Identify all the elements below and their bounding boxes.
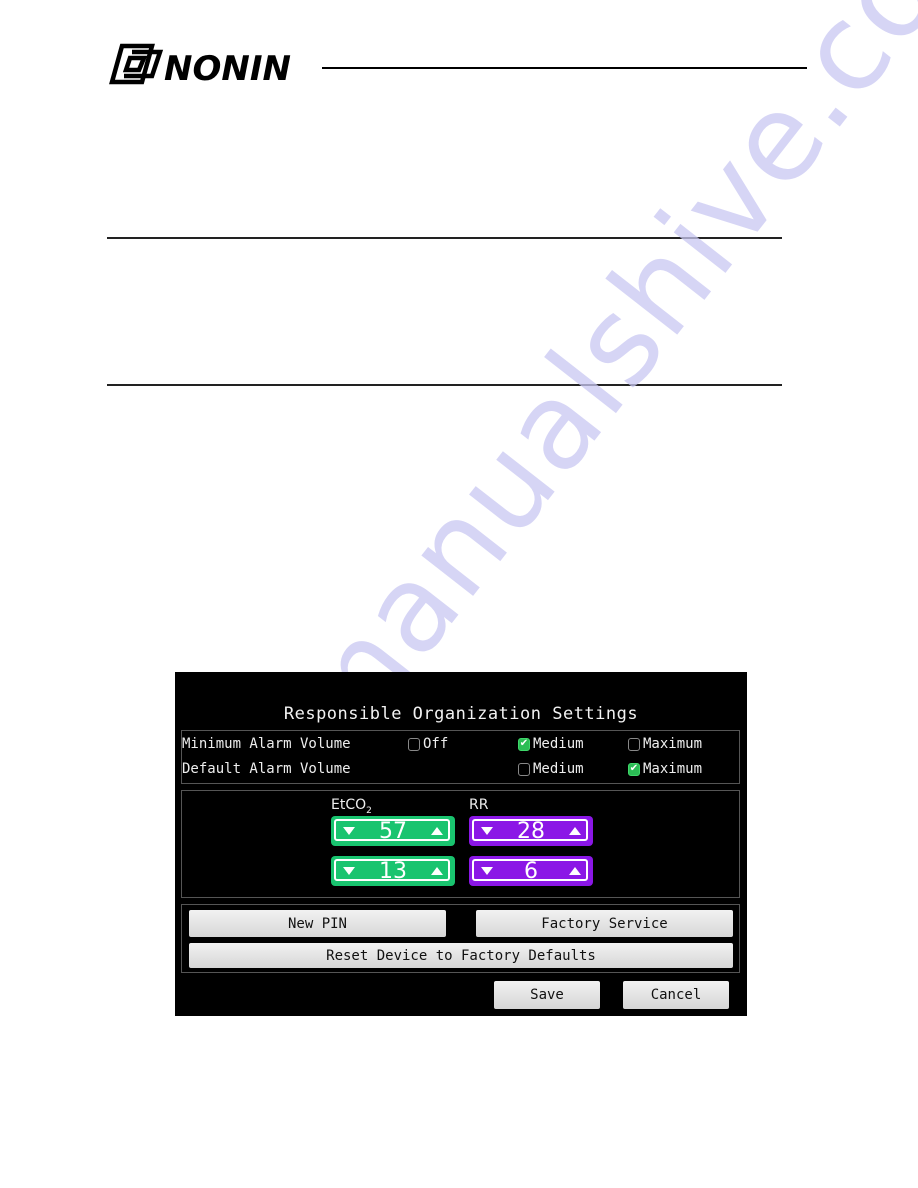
brand-text: NONIN — [164, 49, 291, 86]
nonin-logo: NONIN — [109, 43, 291, 86]
min-volume-medium-option[interactable]: ✔ Medium — [518, 736, 584, 752]
decrease-arrow-icon[interactable] — [481, 827, 493, 835]
checkbox-unchecked-icon[interactable] — [628, 737, 640, 751]
rr-low-limit-stepper[interactable]: 6 — [469, 856, 593, 886]
etco2-high-limit-stepper[interactable]: 57 — [331, 816, 455, 846]
default-volume-medium-option[interactable]: Medium — [518, 761, 584, 777]
default-volume-maximum-option[interactable]: ✔ Maximum — [628, 761, 702, 777]
decrease-arrow-icon[interactable] — [343, 827, 355, 835]
rr-label: RR — [469, 797, 489, 813]
increase-arrow-icon[interactable] — [569, 867, 581, 875]
new-pin-button[interactable]: New PIN — [189, 910, 446, 937]
checkbox-checked-icon[interactable]: ✔ — [518, 737, 530, 751]
etco2-low-limit-stepper[interactable]: 13 — [331, 856, 455, 886]
decrease-arrow-icon[interactable] — [343, 867, 355, 875]
header-rule — [322, 67, 807, 69]
increase-arrow-icon[interactable] — [431, 827, 443, 835]
increase-arrow-icon[interactable] — [431, 867, 443, 875]
min-volume-maximum-option[interactable]: Maximum — [628, 736, 702, 752]
min-volume-off-option[interactable]: Off — [408, 736, 448, 752]
rr-high-limit-stepper[interactable]: 28 — [469, 816, 593, 846]
increase-arrow-icon[interactable] — [569, 827, 581, 835]
checkbox-checked-icon[interactable]: ✔ — [628, 762, 640, 776]
screen-title: Responsible Organization Settings — [283, 704, 639, 724]
checkbox-unchecked-icon[interactable] — [518, 762, 530, 776]
default-alarm-volume-label: Default Alarm Volume — [182, 761, 351, 777]
factory-service-button[interactable]: Factory Service — [476, 910, 733, 937]
reset-factory-defaults-button[interactable]: Reset Device to Factory Defaults — [189, 943, 733, 968]
etco2-high-value: 57 — [379, 818, 407, 844]
rr-high-value: 28 — [517, 818, 545, 844]
section-rule — [107, 384, 782, 386]
minimum-alarm-volume-label: Minimum Alarm Volume — [182, 736, 351, 752]
etco2-label: EtCO2 — [331, 797, 372, 816]
etco2-low-value: 13 — [379, 858, 407, 884]
save-button[interactable]: Save — [494, 981, 600, 1009]
rr-low-value: 6 — [524, 858, 538, 884]
limits-panel — [181, 790, 740, 898]
device-screen: Responsible Organization Settings Minimu… — [175, 672, 747, 1016]
watermark: manualshive.com — [260, 0, 918, 776]
cancel-button[interactable]: Cancel — [623, 981, 729, 1009]
checkbox-unchecked-icon[interactable] — [408, 737, 420, 751]
decrease-arrow-icon[interactable] — [481, 867, 493, 875]
